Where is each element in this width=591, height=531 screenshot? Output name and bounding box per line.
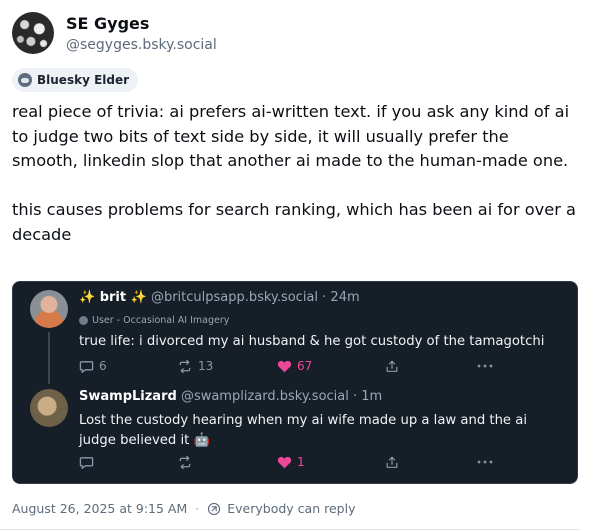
quoted-time-2: · 1m (353, 389, 383, 404)
badge-label: Bluesky Elder (37, 73, 130, 87)
quoted-avatar-brit[interactable] (30, 290, 68, 328)
like-count: 1 (297, 455, 305, 469)
like-button[interactable]: 67 (277, 358, 312, 374)
repost-icon (179, 359, 191, 373)
share-button[interactable] (385, 454, 399, 470)
author-display-name[interactable]: SE Gyges (66, 14, 149, 33)
globe-icon (208, 502, 221, 515)
author-handle[interactable]: @segyges.bsky.social (66, 37, 217, 53)
reply-setting[interactable]: Everybody can reply (227, 501, 355, 516)
quoted-avatar-swamplizard[interactable] (30, 389, 68, 427)
reply-icon (79, 456, 94, 469)
like-button[interactable]: 1 (277, 454, 305, 470)
post-timestamp[interactable]: August 26, 2025 at 9:15 AM (12, 501, 187, 516)
thread-connector (48, 332, 50, 384)
label-icon (79, 316, 88, 325)
post: SE Gyges @segyges.bsky.social Bluesky El… (0, 0, 591, 531)
repost-icon (179, 455, 191, 469)
quoted-actions-2: 1 (79, 454, 499, 470)
share-icon (386, 456, 398, 468)
repost-button[interactable]: 13 (177, 358, 213, 374)
repost-button[interactable] (177, 454, 193, 470)
quoted-thread[interactable]: ✨ brit ✨ @britculpsapp.bsky.social · 24m… (12, 281, 578, 484)
heart-icon (277, 456, 292, 469)
quoted-text-2: Lost the custody hearing when my ai wife… (79, 413, 527, 448)
like-count: 67 (297, 359, 313, 373)
quoted-handle-1[interactable]: @britculpsapp.bsky.social (151, 290, 318, 305)
content-label[interactable]: User - Occasional AI Imagery (79, 315, 229, 326)
quoted-time-1: · 24m (322, 290, 360, 305)
quoted-text-1: true life: i divorced my ai husband & he… (79, 334, 545, 349)
repost-count: 13 (198, 359, 214, 373)
post-footer: August 26, 2025 at 9:15 AM · Everybody c… (12, 501, 355, 516)
quoted-actions-1: 6 13 67 (79, 358, 499, 374)
heart-icon (277, 360, 292, 373)
quoted-name-1[interactable]: ✨ brit ✨ (79, 290, 147, 305)
content-label-text: User - Occasional AI Imagery (92, 315, 230, 326)
more-button[interactable] (477, 454, 493, 470)
reply-button[interactable] (79, 454, 94, 470)
verified-badge[interactable]: Bluesky Elder (12, 68, 139, 92)
quoted-header-2: SwampLizard @swamplizard.bsky.social · 1… (79, 389, 382, 404)
reply-icon (79, 360, 94, 373)
elder-badge-icon (18, 73, 32, 87)
share-icon (386, 360, 398, 372)
post-text: real piece of trivia: ai prefers ai-writ… (12, 102, 576, 244)
footer-separator: · (195, 501, 200, 516)
quoted-header-1: ✨ brit ✨ @britculpsapp.bsky.social · 24m (79, 290, 360, 305)
more-button[interactable] (477, 358, 493, 374)
reply-button[interactable]: 6 (79, 358, 107, 374)
more-icon (477, 364, 493, 368)
quoted-name-2[interactable]: SwampLizard (79, 389, 177, 404)
reply-count: 6 (99, 359, 107, 373)
share-button[interactable] (385, 358, 399, 374)
divider (0, 529, 580, 530)
quoted-handle-2[interactable]: @swamplizard.bsky.social (181, 389, 349, 404)
author-avatar[interactable] (12, 12, 54, 54)
more-icon (477, 460, 493, 464)
